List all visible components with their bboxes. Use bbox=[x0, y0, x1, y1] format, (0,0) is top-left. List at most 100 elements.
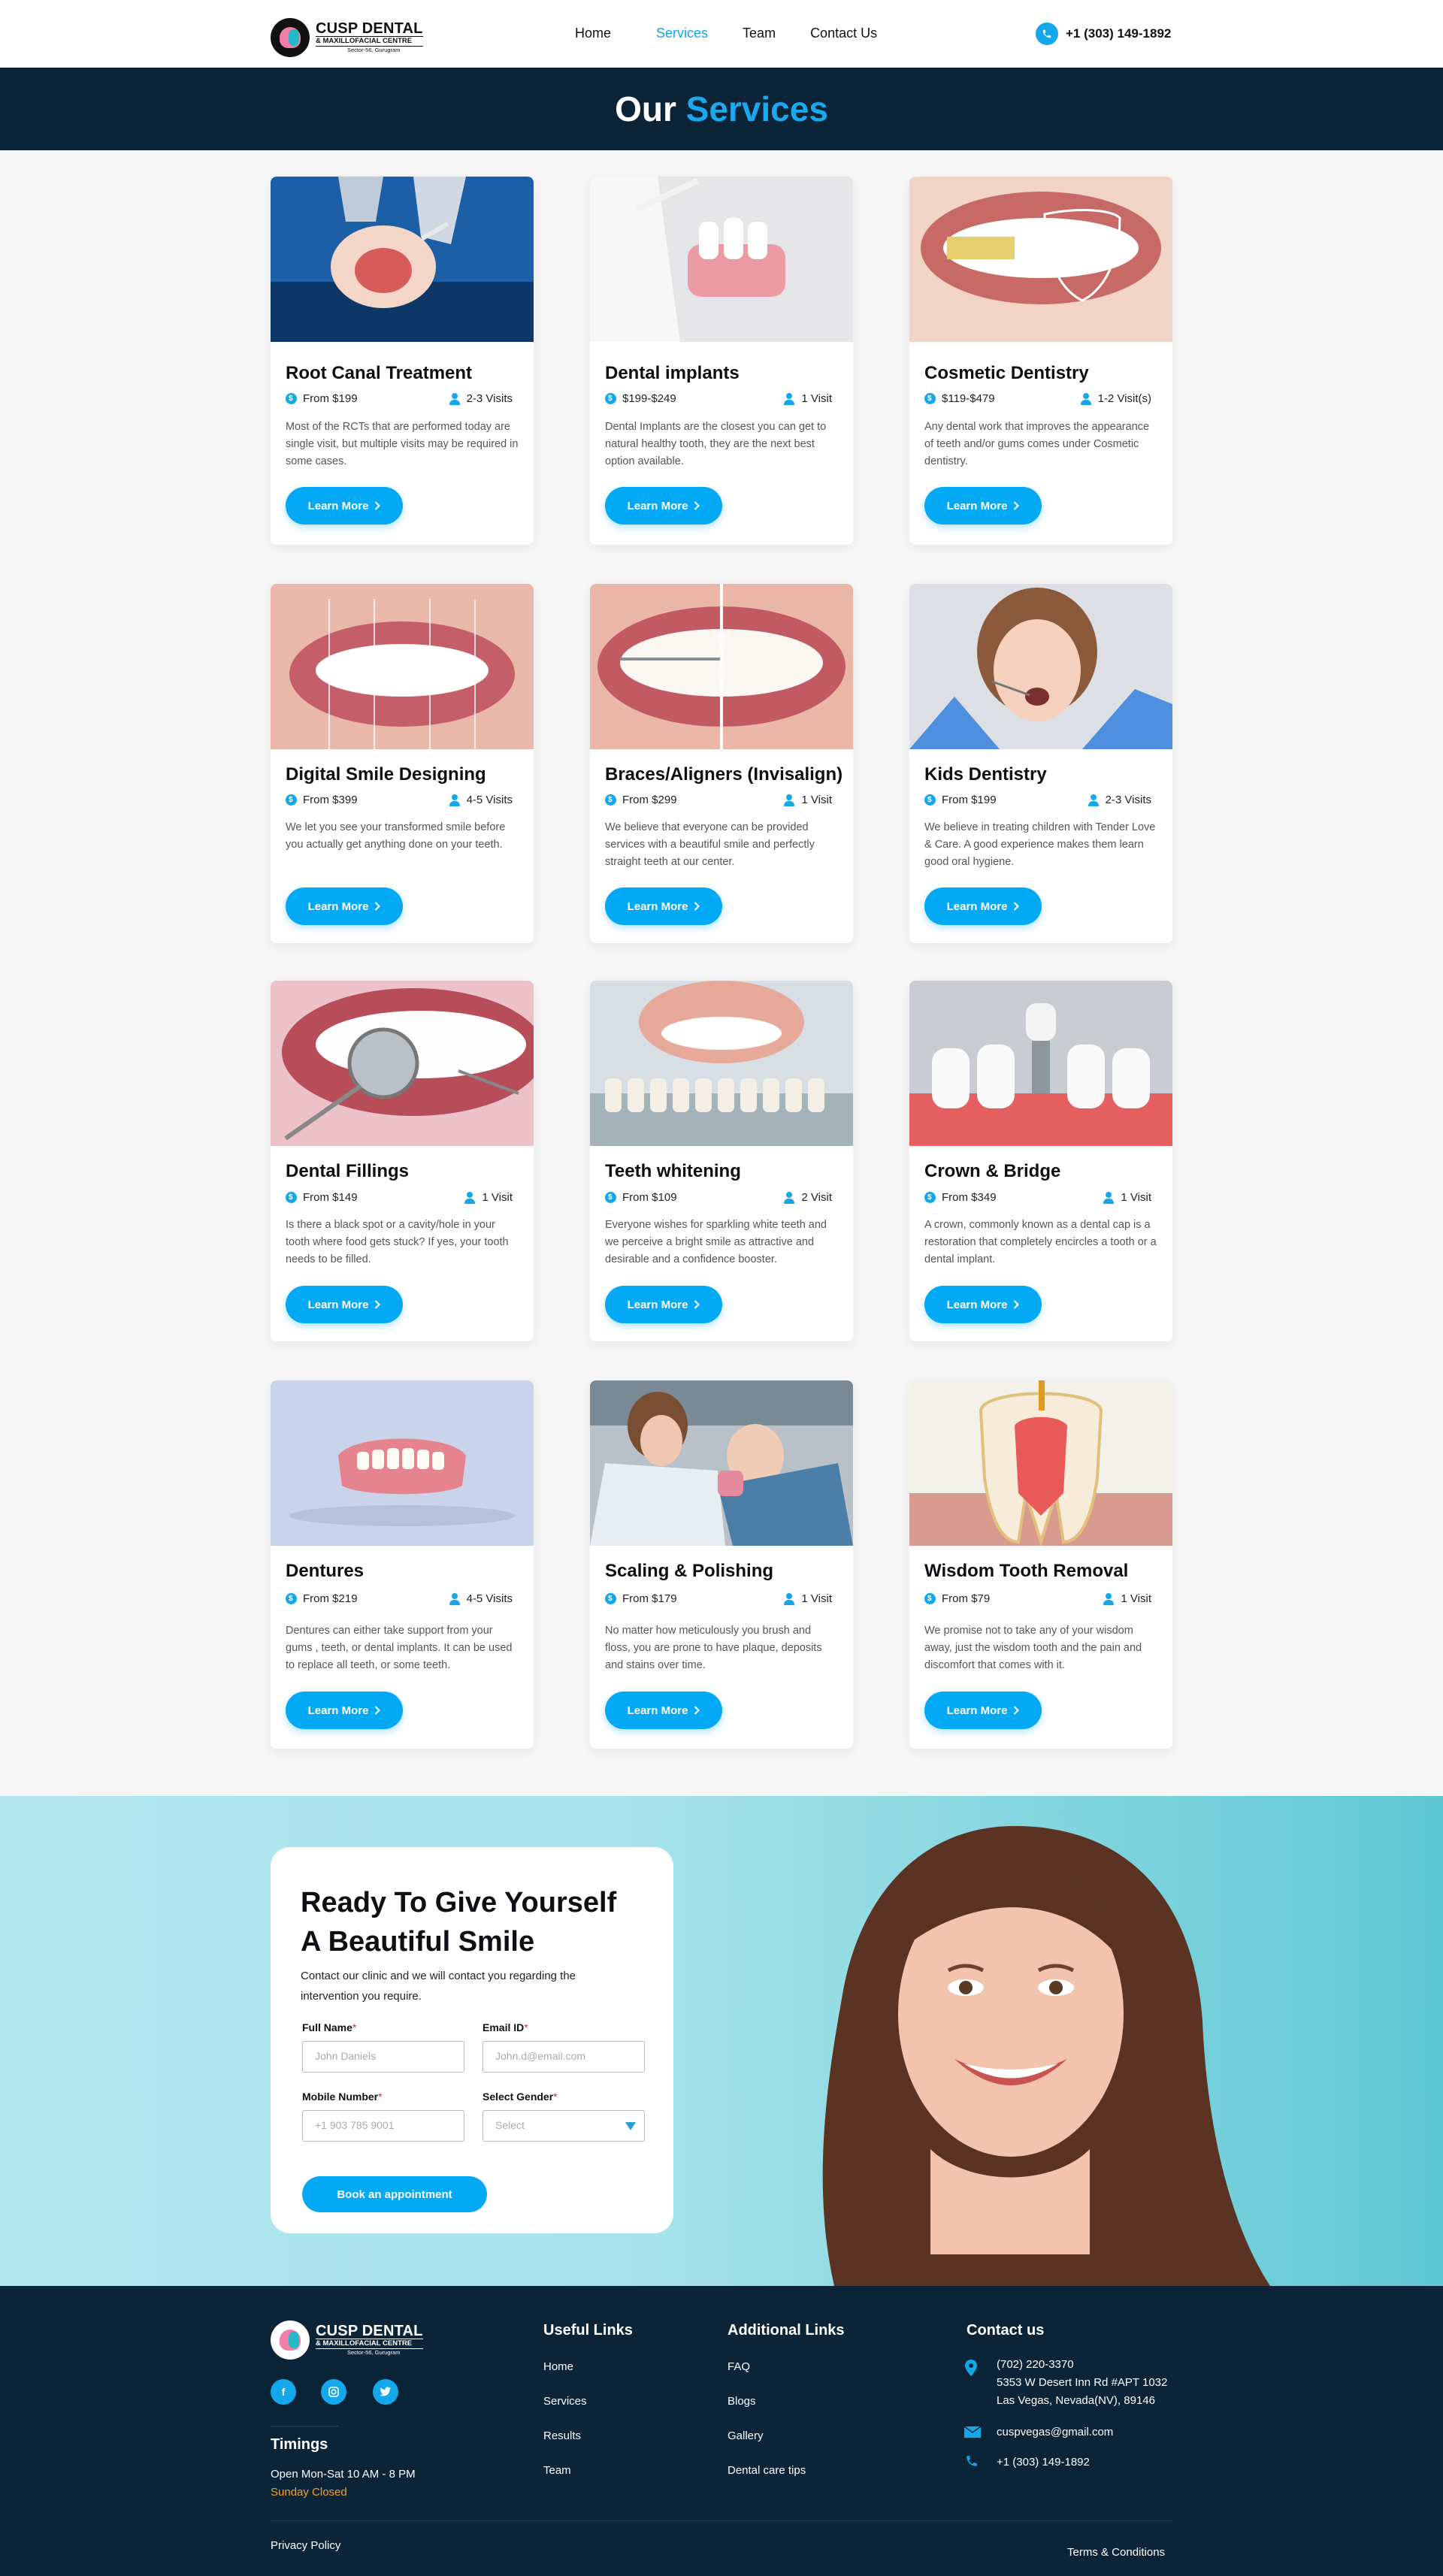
service-card: Wisdom Tooth Removal From $79 1 Visit We pr… bbox=[909, 1380, 1172, 1749]
contact-phone-1[interactable]: (702) 220-3370 bbox=[997, 2358, 1074, 2371]
footer-link-dental-care-tips[interactable]: Dental care tips bbox=[728, 2464, 806, 2477]
service-title: Root Canal Treatment bbox=[286, 363, 473, 383]
service-card: Dental implants $199-$249 1 Visit Dental Im… bbox=[590, 177, 853, 545]
footer-link-team[interactable]: Team bbox=[543, 2464, 571, 2477]
service-visits: 1 Visit bbox=[801, 392, 832, 405]
full-name-input[interactable]: John Daniels bbox=[302, 2041, 464, 2073]
service-title: Dentures bbox=[286, 1561, 365, 1581]
mobile-input[interactable]: +1 903 785 9001 bbox=[302, 2110, 464, 2142]
price-icon bbox=[286, 1192, 297, 1203]
privacy-policy-link[interactable]: Privacy Policy bbox=[271, 2539, 340, 2552]
service-visits: 4-5 Visits bbox=[466, 1592, 513, 1605]
nav-team[interactable]: Team bbox=[743, 26, 776, 41]
service-photo bbox=[271, 981, 534, 1146]
service-photo bbox=[590, 1380, 853, 1546]
price-icon bbox=[924, 393, 936, 404]
tooth-logo-icon bbox=[271, 18, 310, 57]
service-visits: 2-3 Visits bbox=[1105, 794, 1151, 806]
contact-email[interactable]: cuspvegas@gmail.com bbox=[997, 2426, 1113, 2438]
site-logo[interactable]: CUSP DENTAL & MAXILLOFACIAL CENTRE Secto… bbox=[271, 18, 423, 57]
service-title: Wisdom Tooth Removal bbox=[924, 1561, 1129, 1581]
service-visits: 2 Visit bbox=[801, 1191, 832, 1204]
service-description: We promise not to take any of your wisdo… bbox=[924, 1625, 1142, 1671]
price-icon bbox=[286, 1593, 297, 1604]
service-card: Kids Dentistry From $199 2-3 Visits We beli… bbox=[909, 584, 1172, 943]
service-photo bbox=[590, 981, 853, 1146]
closed-text: Sunday Closed bbox=[271, 2486, 347, 2499]
service-price: From $199 bbox=[942, 794, 997, 806]
contact-title: Contact us bbox=[967, 2322, 1045, 2339]
service-card: Digital Smile Designing From $399 4-5 Visi… bbox=[271, 584, 534, 943]
service-card: Root Canal Treatment From $199 2-3 Visits M… bbox=[271, 177, 534, 545]
email-input[interactable]: John.d@email.com bbox=[483, 2041, 645, 2073]
mobile-label: Mobile Number* bbox=[302, 2091, 383, 2103]
learn-more-button[interactable]: Learn More bbox=[924, 887, 1042, 925]
nav-contact-us[interactable]: Contact Us bbox=[810, 26, 877, 41]
service-meta: From $199 2-3 Visits bbox=[924, 794, 1151, 806]
gender-select[interactable]: Select bbox=[483, 2110, 645, 2142]
service-title: Digital Smile Designing bbox=[286, 764, 486, 785]
price-icon bbox=[605, 794, 616, 806]
smiling-woman-photo bbox=[822, 1826, 1270, 2286]
learn-more-button[interactable]: Learn More bbox=[286, 487, 403, 525]
service-visits: 2-3 Visits bbox=[466, 392, 513, 405]
service-card: Crown & Bridge From $349 1 Visit A crown, c… bbox=[909, 981, 1172, 1341]
learn-more-button[interactable]: Learn More bbox=[605, 1286, 722, 1323]
footer-link-home[interactable]: Home bbox=[543, 2360, 573, 2373]
person-icon bbox=[1103, 1191, 1115, 1204]
service-description: A crown, commonly known as a dental cap … bbox=[924, 1219, 1157, 1265]
timings-text: Open Mon-Sat 10 AM - 8 PM bbox=[271, 2468, 416, 2481]
service-visits: 4-5 Visits bbox=[466, 794, 513, 806]
learn-more-button[interactable]: Learn More bbox=[286, 1692, 403, 1729]
footer-link-results[interactable]: Results bbox=[543, 2429, 581, 2442]
footer-link-gallery[interactable]: Gallery bbox=[728, 2429, 764, 2442]
chevron-right-icon bbox=[1014, 902, 1020, 911]
learn-more-button[interactable]: Learn More bbox=[605, 1692, 722, 1729]
header-phone[interactable]: +1 (303) 149-1892 bbox=[1036, 23, 1171, 45]
learn-more-button[interactable]: Learn More bbox=[605, 887, 722, 925]
service-title: Kids Dentistry bbox=[924, 764, 1047, 785]
learn-more-button[interactable]: Learn More bbox=[924, 487, 1042, 525]
nav-services[interactable]: Services bbox=[656, 26, 708, 41]
learn-more-button[interactable]: Learn More bbox=[605, 487, 722, 525]
twitter-icon[interactable] bbox=[373, 2379, 398, 2405]
footer-logo[interactable]: CUSP DENTAL & MAXILLOFACIAL CENTRE Secto… bbox=[271, 2321, 423, 2360]
person-icon bbox=[1080, 392, 1092, 405]
contact-address-line1: 5353 W Desert Inn Rd #APT 1032 bbox=[997, 2376, 1168, 2389]
service-photo bbox=[271, 584, 534, 749]
learn-more-button[interactable]: Learn More bbox=[924, 1692, 1042, 1729]
service-price: From $109 bbox=[622, 1191, 677, 1204]
chevron-right-icon bbox=[694, 1706, 700, 1715]
facebook-icon[interactable]: f bbox=[271, 2379, 296, 2405]
service-description: Dentures can either take support from yo… bbox=[286, 1625, 513, 1671]
service-price: $199-$249 bbox=[622, 392, 676, 405]
chevron-right-icon bbox=[694, 1300, 700, 1309]
footer-link-blogs[interactable]: Blogs bbox=[728, 2395, 756, 2408]
nav-home[interactable]: Home bbox=[575, 26, 611, 41]
terms-link[interactable]: Terms & Conditions bbox=[1067, 2546, 1165, 2559]
service-title: Braces/Aligners (Invisalign) bbox=[605, 764, 843, 785]
service-title: Dental implants bbox=[605, 363, 740, 383]
instagram-icon[interactable] bbox=[321, 2379, 346, 2405]
service-price: From $349 bbox=[942, 1191, 997, 1204]
book-appointment-button[interactable]: Book an appointment bbox=[302, 2176, 487, 2212]
service-photo bbox=[271, 177, 534, 342]
logo-title: CUSP DENTAL bbox=[316, 20, 423, 37]
learn-more-button[interactable]: Learn More bbox=[286, 887, 403, 925]
learn-more-button[interactable]: Learn More bbox=[286, 1286, 403, 1323]
contact-phone-2[interactable]: +1 (303) 149-1892 bbox=[997, 2456, 1090, 2469]
price-icon bbox=[605, 393, 616, 404]
footer-link-services[interactable]: Services bbox=[543, 2395, 587, 2408]
person-icon bbox=[449, 392, 461, 405]
service-visits: 1 Visit bbox=[801, 794, 832, 806]
footer-link-faq[interactable]: FAQ bbox=[728, 2360, 750, 2373]
mail-icon bbox=[964, 2426, 981, 2438]
site-header: CUSP DENTAL & MAXILLOFACIAL CENTRE Secto… bbox=[0, 0, 1443, 68]
location-pin-icon bbox=[965, 2360, 977, 2376]
service-description: Any dental work that improves the appear… bbox=[924, 421, 1150, 467]
phone-icon bbox=[1036, 23, 1058, 45]
person-icon bbox=[783, 392, 795, 405]
logo-subtitle: & MAXILLOFACIAL CENTRE bbox=[316, 36, 423, 47]
service-photo bbox=[909, 1380, 1172, 1547]
learn-more-button[interactable]: Learn More bbox=[924, 1286, 1042, 1323]
